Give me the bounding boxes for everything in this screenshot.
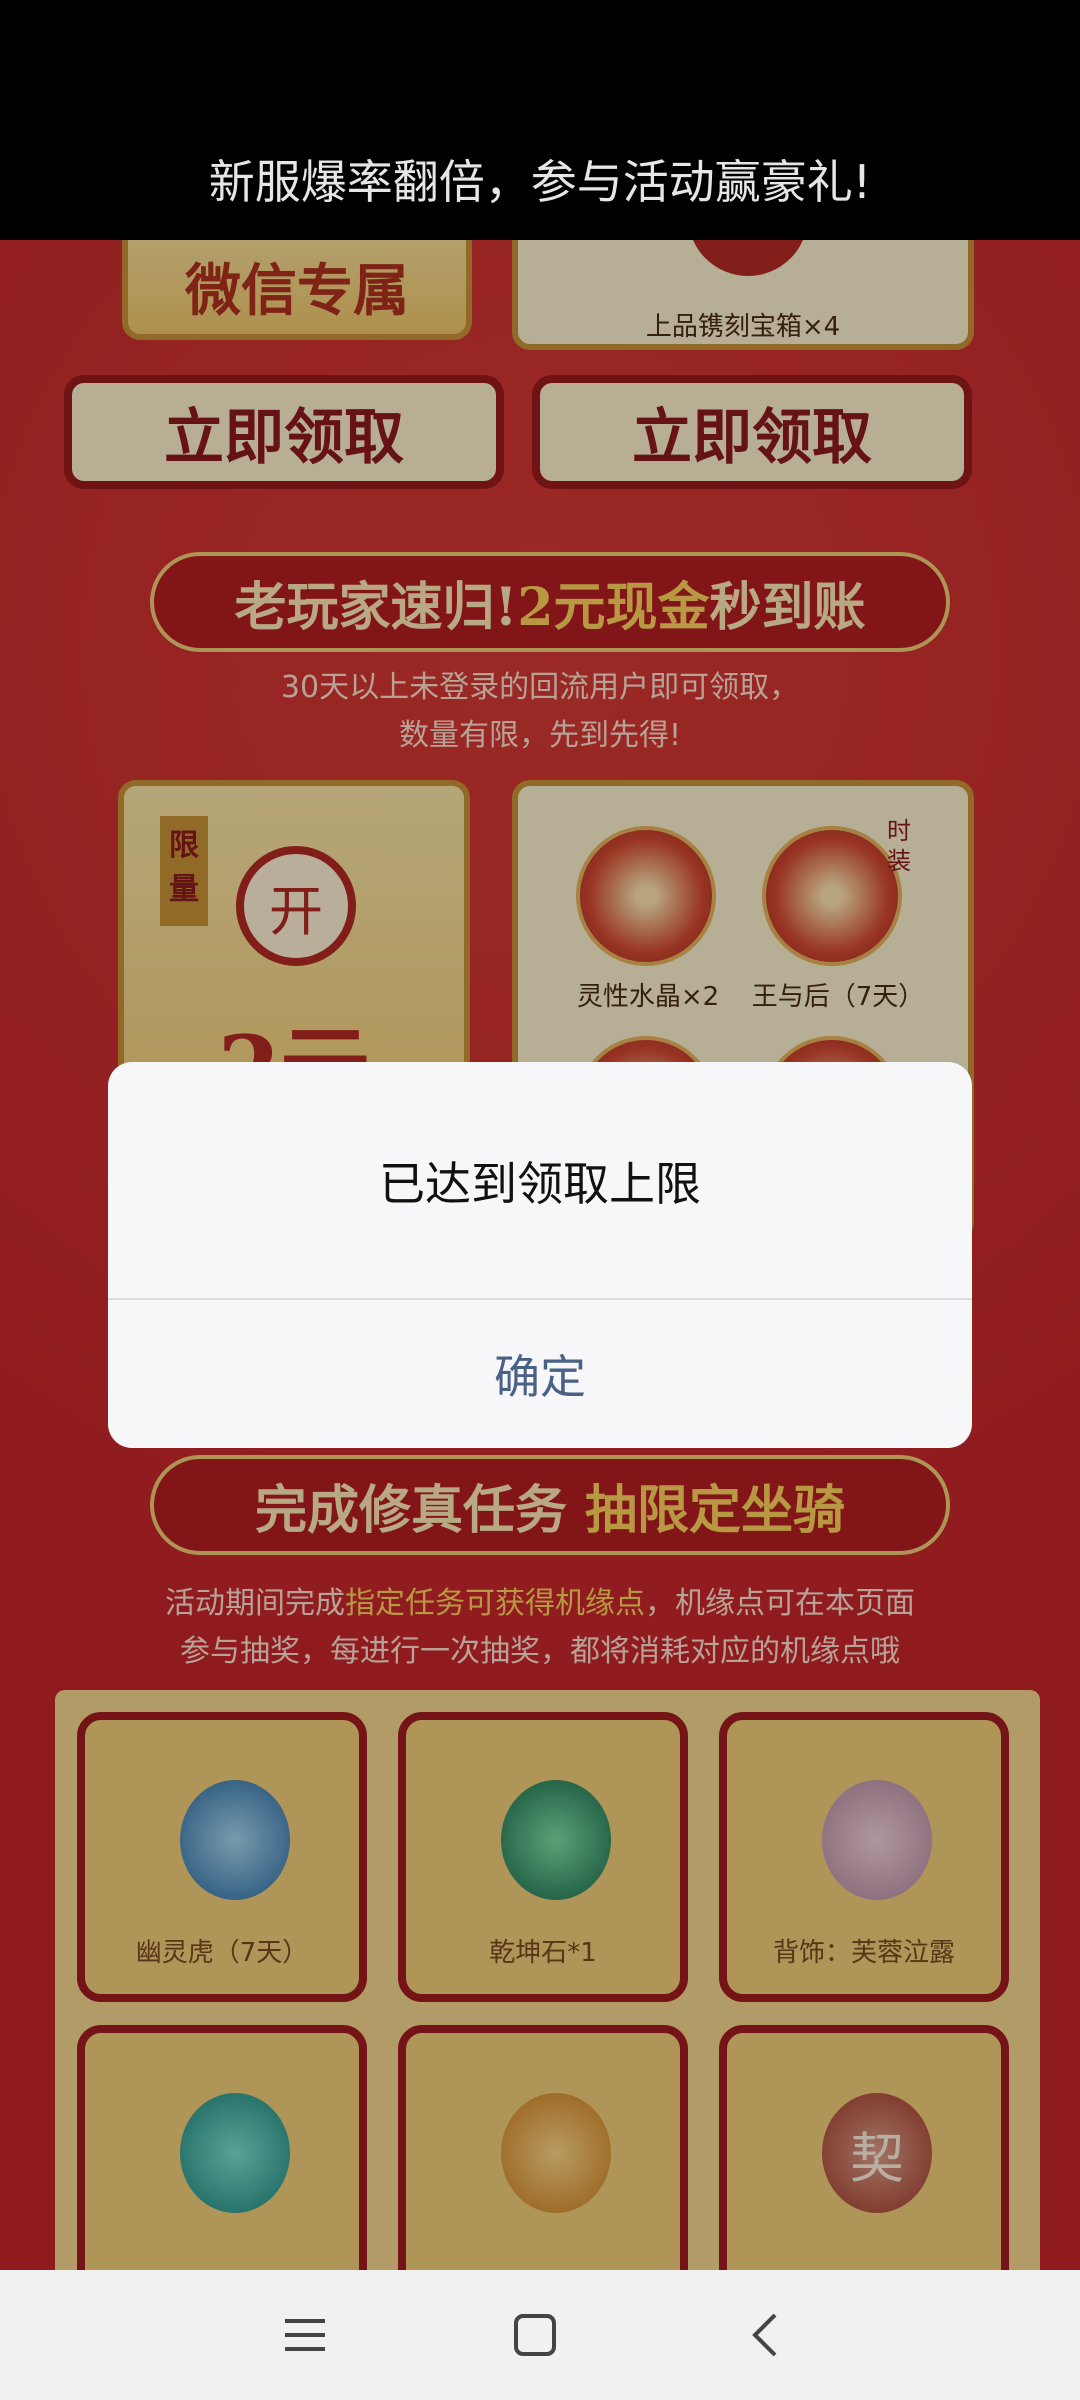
top-header: 新服爆率翻倍，参与活动赢豪礼! bbox=[0, 0, 1080, 240]
header-title: 新服爆率翻倍，参与活动赢豪礼! bbox=[208, 155, 872, 209]
dialog-message: 已达到领取上限 bbox=[379, 1157, 701, 1211]
confirm-button[interactable]: 确定 bbox=[108, 1300, 972, 1448]
limit-reached-dialog: 已达到领取上限 确定 bbox=[108, 1062, 972, 1448]
home-nav-button[interactable] bbox=[500, 2300, 570, 2370]
home-square-icon bbox=[514, 2314, 556, 2356]
back-chevron-icon bbox=[752, 2313, 777, 2357]
menu-nav-button[interactable] bbox=[270, 2300, 340, 2370]
back-nav-button[interactable] bbox=[730, 2300, 800, 2370]
menu-icon bbox=[285, 2319, 325, 2351]
system-nav-bar bbox=[0, 2270, 1080, 2400]
